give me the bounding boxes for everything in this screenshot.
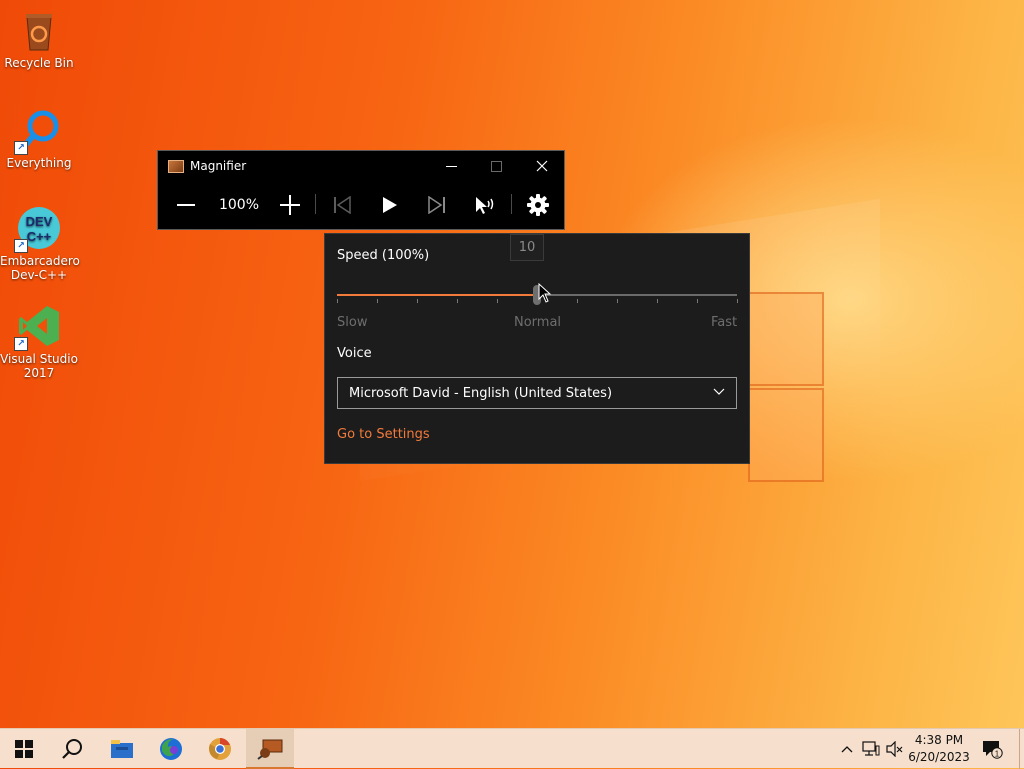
plus-icon <box>280 195 300 215</box>
magnifier-window: Magnifier 100% <box>157 150 565 230</box>
chevron-up-icon <box>841 746 853 753</box>
taskbar-chrome[interactable] <box>196 729 244 769</box>
play-icon <box>383 197 397 213</box>
start-icon <box>15 740 33 758</box>
next-sentence-button[interactable] <box>423 181 451 229</box>
settings-button[interactable] <box>524 181 552 229</box>
toolbar-separator <box>511 194 512 214</box>
chrome-icon <box>209 738 231 760</box>
voice-dropdown[interactable]: Microsoft David - English (United States… <box>337 377 737 409</box>
desktop-icon-label: Dev-C++ <box>10 268 68 282</box>
play-button[interactable] <box>376 181 404 229</box>
taskbar-clock[interactable]: 4:38 PM 6/20/2023 <box>900 732 978 766</box>
maximize-button[interactable] <box>473 151 519 181</box>
visual-studio-icon: ↗ <box>14 304 61 351</box>
taskbar-search-button[interactable] <box>48 729 96 769</box>
speed-label: Speed (100%) <box>337 248 430 263</box>
speed-max-label: Fast <box>711 315 738 330</box>
everything-search-icon: ↗ <box>14 108 61 155</box>
file-explorer-icon <box>111 740 133 758</box>
speed-tooltip: 10 <box>510 234 544 261</box>
notification-count: 1 <box>995 750 1000 759</box>
desktop-icon-label: Everything <box>6 156 72 170</box>
shortcut-arrow-icon: ↗ <box>14 239 28 253</box>
magnifier-title-bar[interactable]: Magnifier <box>158 151 564 181</box>
network-icon <box>862 741 880 756</box>
desktop-icon-dev-cpp[interactable]: DEV C++ ↗ Embarcadero Dev-C++ <box>0 206 80 282</box>
magnifier-toolbar: 100% <box>158 181 564 229</box>
zoom-level: 100% <box>218 197 260 213</box>
notification-icon: 1 <box>983 741 1003 759</box>
gear-icon <box>527 194 549 216</box>
speed-slider-tick <box>617 299 618 303</box>
dev-cpp-icon-text-bottom: C++ <box>27 229 52 244</box>
shortcut-arrow-icon: ↗ <box>14 141 28 155</box>
magnifier-app-icon <box>168 159 184 173</box>
previous-icon <box>334 196 351 214</box>
voice-label: Voice <box>337 346 372 361</box>
network-button[interactable] <box>860 729 882 769</box>
chevron-down-icon <box>713 388 725 395</box>
shortcut-arrow-icon: ↗ <box>14 337 28 351</box>
go-to-settings-link[interactable]: Go to Settings <box>337 427 430 442</box>
dev-cpp-icon-text-top: DEV <box>26 214 53 229</box>
speed-slider-tick <box>497 299 498 303</box>
previous-sentence-button[interactable] <box>328 181 356 229</box>
search-icon <box>62 739 82 759</box>
desktop-icon-visual-studio[interactable]: ↗ Visual Studio 2017 <box>0 304 78 380</box>
speed-slider-tick <box>657 299 658 303</box>
magnifier-icon <box>257 739 283 760</box>
taskbar-firefox[interactable] <box>147 729 195 769</box>
show-hidden-icons-button[interactable] <box>836 729 858 769</box>
speed-slider-tick <box>697 299 698 303</box>
speed-slider-tick <box>577 299 578 303</box>
taskbar-file-explorer[interactable] <box>98 729 146 769</box>
minimize-button[interactable] <box>428 151 474 181</box>
speed-min-label: Slow <box>337 315 368 330</box>
read-from-here-icon <box>476 197 494 214</box>
clock-time: 4:38 PM <box>914 733 964 747</box>
taskbar-magnifier[interactable] <box>246 729 294 769</box>
desktop-icon-everything[interactable]: ↗ Everything <box>0 108 78 170</box>
speed-slider-fill <box>337 294 537 296</box>
mouse-cursor-icon <box>538 283 552 303</box>
firefox-icon <box>160 738 182 760</box>
speed-slider-tick <box>377 299 378 303</box>
recycle-bin-icon <box>17 8 61 52</box>
maximize-icon <box>490 160 502 172</box>
desktop-icon-label: Recycle Bin <box>4 56 74 70</box>
close-icon <box>536 160 548 172</box>
speed-slider-tick <box>417 299 418 303</box>
speed-slider-tick <box>337 299 338 303</box>
minus-icon <box>177 204 195 206</box>
next-icon <box>428 196 445 214</box>
minimize-icon <box>445 165 457 167</box>
desktop-icon-label: Visual Studio <box>0 352 78 366</box>
toolbar-separator <box>315 194 316 214</box>
zoom-in-button[interactable] <box>276 181 304 229</box>
wallpaper-windows-logo-pane <box>748 388 824 482</box>
window-title: Magnifier <box>190 159 247 173</box>
start-button[interactable] <box>0 729 48 769</box>
speed-mid-label: Normal <box>514 315 562 330</box>
zoom-out-button[interactable] <box>172 181 200 229</box>
desktop-icon-label: Embarcadero <box>0 254 80 268</box>
desktop-icon-label: 2017 <box>23 366 55 380</box>
voice-selected-value: Microsoft David - English (United States… <box>349 385 613 401</box>
action-center-button[interactable]: 1 <box>978 729 1006 769</box>
speed-slider-tick <box>457 299 458 303</box>
read-from-here-button[interactable] <box>471 181 499 229</box>
desktop-icon-recycle-bin[interactable]: Recycle Bin <box>0 8 78 70</box>
speed-slider-tick <box>737 299 738 303</box>
show-desktop-button[interactable] <box>1019 729 1020 769</box>
dev-cpp-icon: DEV C++ ↗ <box>14 206 61 253</box>
reading-settings-flyout: Speed (100%) 10 Slow Normal Fast Voice M… <box>324 233 750 464</box>
taskbar: 4:38 PM 6/20/2023 1 <box>0 728 1024 769</box>
close-button[interactable] <box>519 151 565 181</box>
wallpaper-windows-logo-pane <box>748 292 824 386</box>
clock-date: 6/20/2023 <box>908 750 970 764</box>
